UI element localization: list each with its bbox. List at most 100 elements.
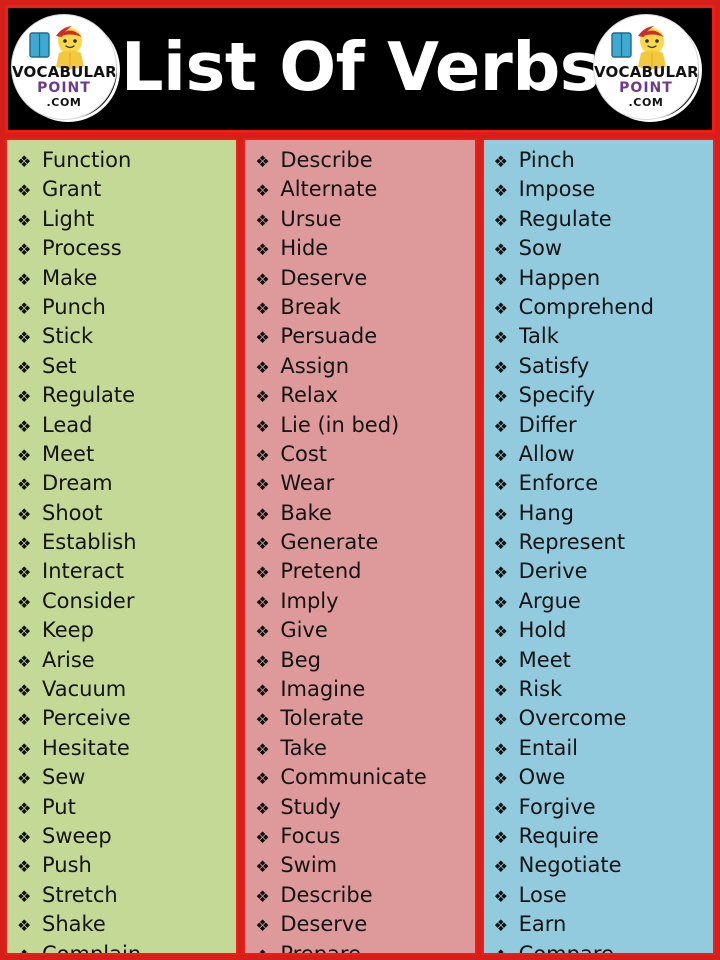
verb-label: Lead [42,412,93,437]
diamond-bullet-icon: ❖ [17,445,32,465]
brand-logo-right: VOCABULARY POINT .COM [592,12,710,130]
verb-column-1: ❖ Function ❖ Grant ❖ Light ❖ Process ❖ Make ❖ Punch… [5,138,239,955]
list-item: ❖ Lose [490,881,709,910]
diamond-bullet-icon: ❖ [255,827,270,847]
verb-label: Entail [518,735,579,760]
verb-label: Argue [518,588,581,613]
diamond-bullet-icon: ❖ [493,798,508,818]
verb-label: Comprehend [518,294,654,319]
list-item: ❖ Hang [490,499,709,528]
logo-disc: VOCABULARY POINT .COM [594,15,698,119]
diamond-bullet-icon: ❖ [255,357,270,377]
diamond-bullet-icon: ❖ [255,622,270,642]
diamond-bullet-icon: ❖ [17,739,32,759]
diamond-bullet-icon: ❖ [255,298,270,318]
list-item: ❖ Vacuum [13,675,232,704]
list-item: ❖ Shake [13,910,232,939]
diamond-bullet-icon: ❖ [17,387,32,407]
diamond-bullet-icon: ❖ [255,504,270,524]
list-item: ❖ Stretch [13,881,232,910]
list-item: ❖ Derive [490,557,709,586]
verb-label: Owe [518,765,566,790]
list-item: ❖Complain [13,940,232,953]
verb-label: Shoot [42,500,103,525]
list-item: ❖ Dream [13,469,232,498]
verb-list-poster: VOCABULARY POINT .COM List Of Verbs VOCA… [0,0,720,960]
diamond-bullet-icon: ❖ [493,269,508,289]
verb-label: Push [42,853,92,878]
list-item: ❖ Require [490,822,709,851]
diamond-bullet-icon: ❖ [17,592,32,612]
list-item: ❖ Differ [490,411,709,440]
diamond-bullet-icon: ❖ [255,769,270,789]
list-item: ❖ Meet [490,646,709,675]
list-item: ❖ Owe [490,763,709,792]
diamond-bullet-icon: ❖ [493,504,508,524]
verb-label: Put [42,794,76,819]
diamond-bullet-icon: ❖ [255,534,270,554]
diamond-bullet-icon: ❖ [17,475,32,495]
list-item: ❖ Overcome [490,704,709,733]
list-item: ❖ Earn [490,910,709,939]
verb-label: Give [280,618,328,643]
verb-label: Derive [518,559,588,584]
list-item: ❖ Tolerate [251,704,470,733]
verb-label: Overcome [518,706,627,731]
list-item: ❖ Put [13,793,232,822]
diamond-bullet-icon: ❖ [493,387,508,407]
verb-label: Interact [42,559,124,584]
list-item: ❖ Talk [490,322,709,351]
verb-label: Hang [518,500,574,525]
list-item: ❖ Risk [490,675,709,704]
verb-label: Hide [280,236,329,261]
list-item: ❖ Describe [251,881,470,910]
diamond-bullet-icon: ❖ [17,210,32,230]
list-item: ❖ Interact [13,557,232,586]
diamond-bullet-icon: ❖ [255,739,270,759]
verb-label: Pretend [280,559,362,584]
diamond-bullet-icon: ❖ [490,941,519,953]
diamond-bullet-icon: ❖ [493,827,508,847]
logo-word-com: .COM [46,95,82,109]
verb-label: Differ [518,412,577,437]
verb-label: Hold [518,618,567,643]
list-item: ❖ Perceive [13,704,232,733]
list-item: ❖ Imply [251,587,470,616]
verb-label: Deserve [280,265,368,290]
diamond-bullet-icon: ❖ [493,857,508,877]
diamond-bullet-icon: ❖ [493,181,508,201]
verb-label: Beg [280,647,321,672]
verb-label: Break [280,294,341,319]
list-item: ❖ Grant [13,175,232,204]
diamond-bullet-icon: ❖ [17,651,32,671]
diamond-bullet-icon: ❖ [255,563,270,583]
diamond-bullet-icon: ❖ [17,181,32,201]
verb-label: Happen [518,265,601,290]
list-item: ❖ Meet [13,440,232,469]
list-item: ❖Compare [490,940,709,955]
diamond-bullet-icon: ❖ [255,445,270,465]
verb-label: Meet [518,647,571,672]
verb-label: Negotiate [518,853,622,878]
verb-label: Imagine [280,677,366,702]
list-item: ❖ Allow [490,440,709,469]
list-item: ❖ Wear [251,469,470,498]
list-item: ❖ Push [13,851,232,880]
list-item: ❖ Sow [490,234,709,263]
diamond-bullet-icon: ❖ [17,681,32,701]
diamond-bullet-icon: ❖ [255,210,270,230]
verb-label: Compare [518,941,614,955]
verb-label: Stick [42,324,94,349]
verb-label: Talk [518,324,559,349]
list-item: ❖ Bake [251,499,470,528]
verb-label: Perceive [42,706,131,731]
verb-label: Study [280,794,341,819]
logo-word-point: POINT [619,80,673,97]
verb-label: Allow [518,441,575,466]
verb-label: Impose [518,177,596,202]
verb-label: Persuade [280,324,378,349]
list-item: ❖ Pretend [251,557,470,586]
diamond-bullet-icon: ❖ [17,240,32,260]
list-item: ❖ Beg [251,646,470,675]
diamond-bullet-icon: ❖ [17,357,32,377]
